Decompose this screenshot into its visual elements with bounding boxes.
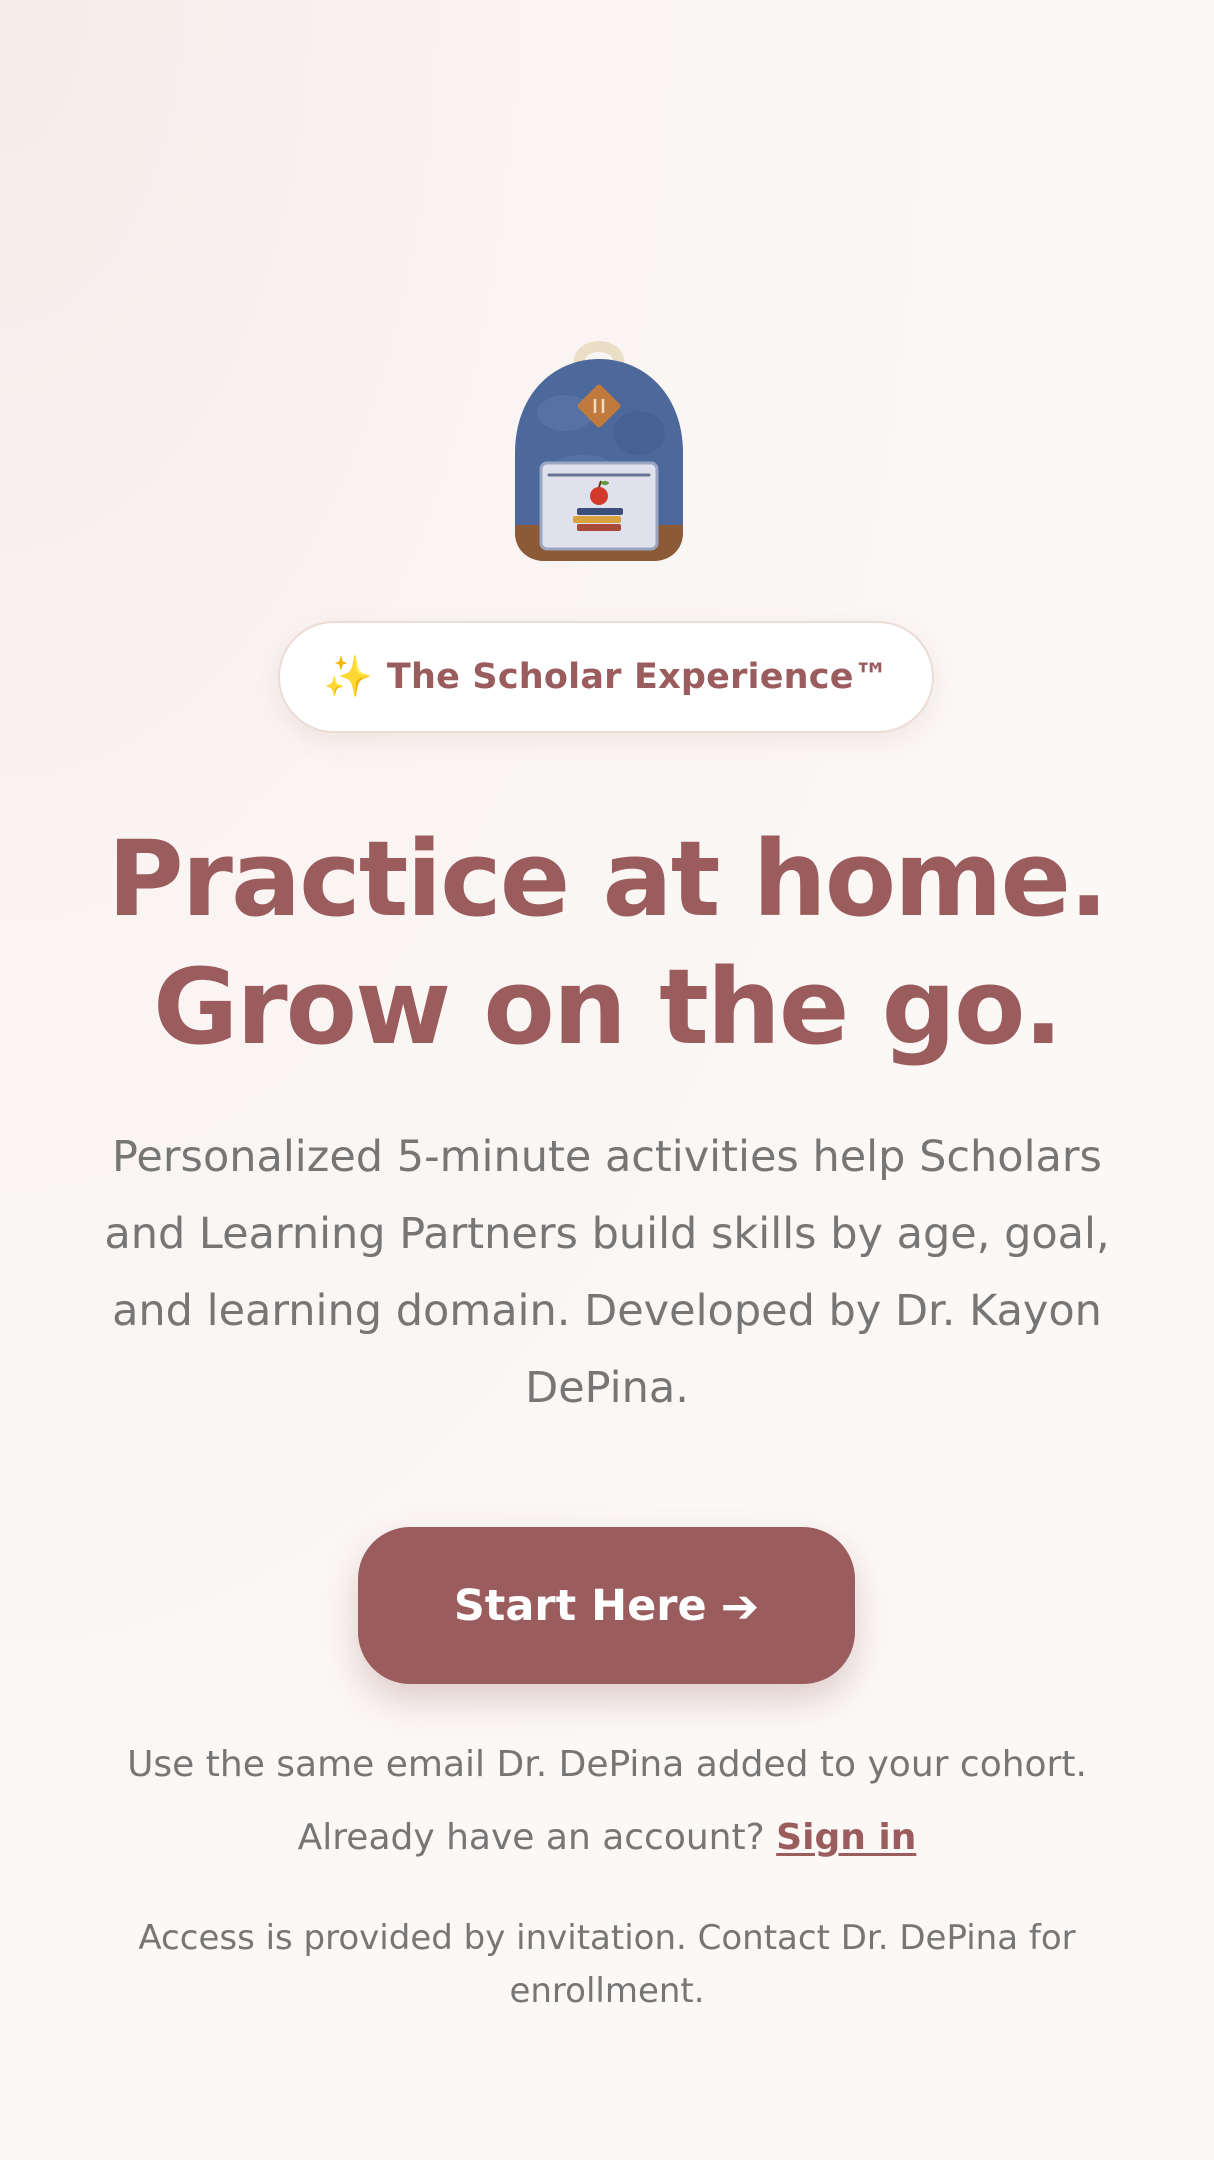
arrow-right-icon: ➔: [720, 1578, 760, 1633]
signin-prompt-row: Already have an account? Sign in: [40, 1813, 1174, 1863]
start-here-label: Start Here: [453, 1580, 707, 1631]
email-hint: Use the same email Dr. DePina added to y…: [127, 1744, 1087, 1785]
welcome-page: ✨ The Scholar Experience™ Practice at ho…: [0, 0, 1214, 2160]
scholar-experience-badge: ✨ The Scholar Experience™: [278, 621, 934, 733]
hero-description: Personalized 5-minute activities help Sc…: [104, 1132, 1110, 1413]
sign-in-link[interactable]: Sign in: [776, 1817, 916, 1858]
headline-line-1: Practice at home.: [107, 818, 1108, 940]
access-note: Access is provided by invitation. Contac…: [138, 1918, 1076, 2011]
backpack-icon: [515, 341, 683, 561]
signin-prompt: Already have an account?: [297, 1817, 777, 1858]
page-title: Practice at home. Grow on the go.: [40, 815, 1174, 1071]
start-here-button[interactable]: Start Here ➔: [358, 1527, 855, 1684]
badge-label: The Scholar Experience™: [386, 657, 889, 697]
headline-line-2: Grow on the go.: [153, 946, 1063, 1068]
sparkles-icon: ✨: [323, 654, 373, 700]
